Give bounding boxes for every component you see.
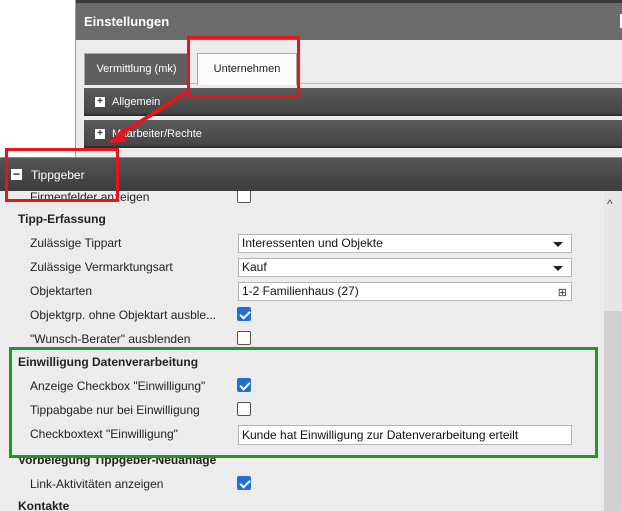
annotation-arrow-icon	[108, 88, 192, 143]
screenshot-stage: Einstellungen × Vermittlung (mk) Unterne…	[0, 0, 622, 511]
